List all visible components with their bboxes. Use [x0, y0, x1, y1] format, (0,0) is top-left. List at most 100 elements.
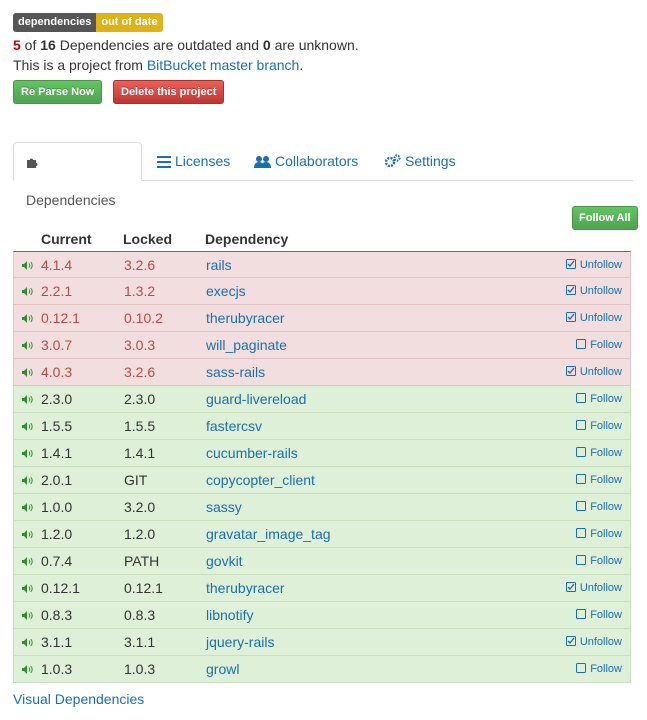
follow-toggle[interactable]: Follow [576, 332, 622, 358]
table-row: 2.0.1 GIT copycopter_client Follow [13, 467, 631, 494]
tab-licenses[interactable]: Licenses [145, 142, 242, 180]
current-version: 2.3.0 [41, 391, 73, 407]
dependency-link[interactable]: rails [206, 252, 232, 278]
dependency-link[interactable]: libnotify [206, 602, 253, 628]
header-current: Current [41, 231, 92, 247]
summary-line-2: This is a project from BitBucket master … [13, 55, 359, 75]
follow-toggle[interactable]: Follow [576, 467, 622, 493]
source-link[interactable]: BitBucket master branch [147, 57, 300, 73]
dependency-link[interactable]: guard-livereload [206, 386, 306, 412]
follow-label: Follow [590, 663, 622, 675]
follow-toggle[interactable]: Unfollow [565, 278, 622, 304]
checkbox-empty-icon [576, 420, 587, 430]
badge-label: dependencies [13, 13, 97, 32]
follow-toggle[interactable]: Follow [576, 656, 622, 682]
follow-label: Follow [590, 528, 622, 540]
dependency-link[interactable]: jquery-rails [206, 629, 274, 655]
delete-project-button[interactable]: Delete this project [113, 80, 225, 104]
locked-version: 3.2.6 [124, 257, 156, 273]
summary-line-1: 5 of 16 Dependencies are outdated and 0 … [13, 35, 359, 55]
table-row: 3.0.7 3.0.3 will_paginate Follow [13, 332, 631, 359]
follow-toggle[interactable]: Unfollow [565, 359, 622, 385]
dependency-link[interactable]: therubyracer [206, 575, 285, 601]
dependency-link[interactable]: therubyracer [206, 305, 285, 331]
table-row: 2.2.1 1.3.2 execjs Unfollow [13, 278, 631, 305]
speaker-icon [22, 449, 33, 458]
follow-toggle[interactable]: Follow [576, 602, 622, 628]
table-row: 1.4.1 1.4.1 cucumber-rails Follow [13, 440, 631, 467]
follow-toggle[interactable]: Follow [576, 521, 622, 547]
follow-label: Unfollow [579, 366, 622, 378]
follow-toggle[interactable]: Follow [576, 386, 622, 412]
locked-version: 1.0.3 [124, 661, 156, 677]
checkbox-empty-icon [576, 501, 587, 511]
speaker-icon [22, 584, 33, 593]
speaker-icon [22, 611, 33, 620]
follow-label: Follow [590, 474, 622, 486]
summary-mid: Dependencies are outdated and [55, 37, 263, 53]
follow-toggle[interactable]: Unfollow [565, 575, 622, 601]
dependency-link[interactable]: sass-rails [206, 359, 265, 385]
current-version: 1.0.0 [41, 499, 73, 515]
follow-toggle[interactable]: Unfollow [565, 305, 622, 331]
locked-version: 3.0.3 [124, 337, 156, 353]
locked-version: 1.2.0 [124, 526, 156, 542]
dependency-link[interactable]: growl [206, 656, 239, 682]
locked-version: 3.2.6 [124, 364, 156, 380]
locked-version: 3.2.0 [124, 499, 156, 515]
follow-toggle[interactable]: Follow [576, 440, 622, 466]
current-version: 0.7.4 [41, 553, 73, 569]
reparse-button[interactable]: Re Parse Now [13, 80, 103, 104]
dependency-link[interactable]: govkit [206, 548, 243, 574]
tab-dependencies[interactable]: Dependencies [13, 142, 142, 208]
table-header: Current Locked Dependency [13, 229, 631, 251]
table-row: 1.5.5 1.5.5 fastercsv Follow [13, 413, 631, 440]
dependency-link[interactable]: cucumber-rails [206, 440, 298, 466]
speaker-icon [22, 557, 33, 566]
follow-label: Follow [590, 609, 622, 621]
dependency-link[interactable]: copycopter_client [206, 467, 315, 493]
follow-toggle[interactable]: Follow [576, 494, 622, 520]
tab-settings[interactable]: Settings [373, 142, 468, 180]
locked-version: GIT [124, 472, 148, 488]
table-row: 0.12.1 0.10.2 therubyracer Unfollow [13, 305, 631, 332]
tab-label: Settings [405, 153, 456, 169]
locked-version: 1.5.5 [124, 418, 156, 434]
total-count: 16 [40, 37, 56, 53]
source-suffix: . [299, 57, 304, 73]
follow-toggle[interactable]: Unfollow [565, 252, 622, 278]
current-version: 3.0.7 [41, 337, 73, 353]
table-row: 0.8.3 0.8.3 libnotify Follow [13, 602, 631, 629]
table-row: 4.0.3 3.2.6 sass-rails Unfollow [13, 359, 631, 386]
locked-version: 0.8.3 [124, 607, 156, 623]
speaker-icon [22, 261, 33, 270]
current-version: 0.12.1 [41, 310, 80, 326]
outdated-count: 5 [13, 37, 21, 53]
dependency-link[interactable]: will_paginate [206, 332, 287, 358]
source-prefix: This is a project from [13, 57, 147, 73]
dependency-link[interactable]: fastercsv [206, 413, 262, 439]
follow-toggle[interactable]: Unfollow [565, 629, 622, 655]
dependency-link[interactable]: execjs [206, 278, 246, 304]
dependency-link[interactable]: sassy [206, 494, 242, 520]
follow-toggle[interactable]: Follow [576, 548, 622, 574]
tab-label: Licenses [175, 153, 231, 169]
summary-of: of [20, 37, 41, 53]
follow-label: Follow [590, 555, 622, 567]
current-version: 2.2.1 [41, 283, 73, 299]
speaker-icon [22, 665, 33, 674]
speaker-icon [22, 314, 33, 323]
table-row: 0.12.1 0.12.1 therubyracer Unfollow [13, 575, 631, 602]
locked-version: PATH [124, 553, 160, 569]
locked-version: 2.3.0 [124, 391, 156, 407]
tab-collaborators[interactable]: Collaborators [242, 142, 370, 180]
follow-all-button[interactable]: Follow All [572, 206, 638, 230]
current-version: 1.4.1 [41, 445, 73, 461]
dependency-link[interactable]: gravatar_image_tag [206, 521, 331, 547]
follow-toggle[interactable]: Follow [576, 413, 622, 439]
gears-icon [384, 154, 401, 168]
speaker-icon [22, 287, 33, 296]
speaker-icon [22, 422, 33, 431]
checkbox-checked-icon [565, 285, 576, 295]
visual-dependencies-link[interactable]: Visual Dependencies [13, 691, 144, 707]
